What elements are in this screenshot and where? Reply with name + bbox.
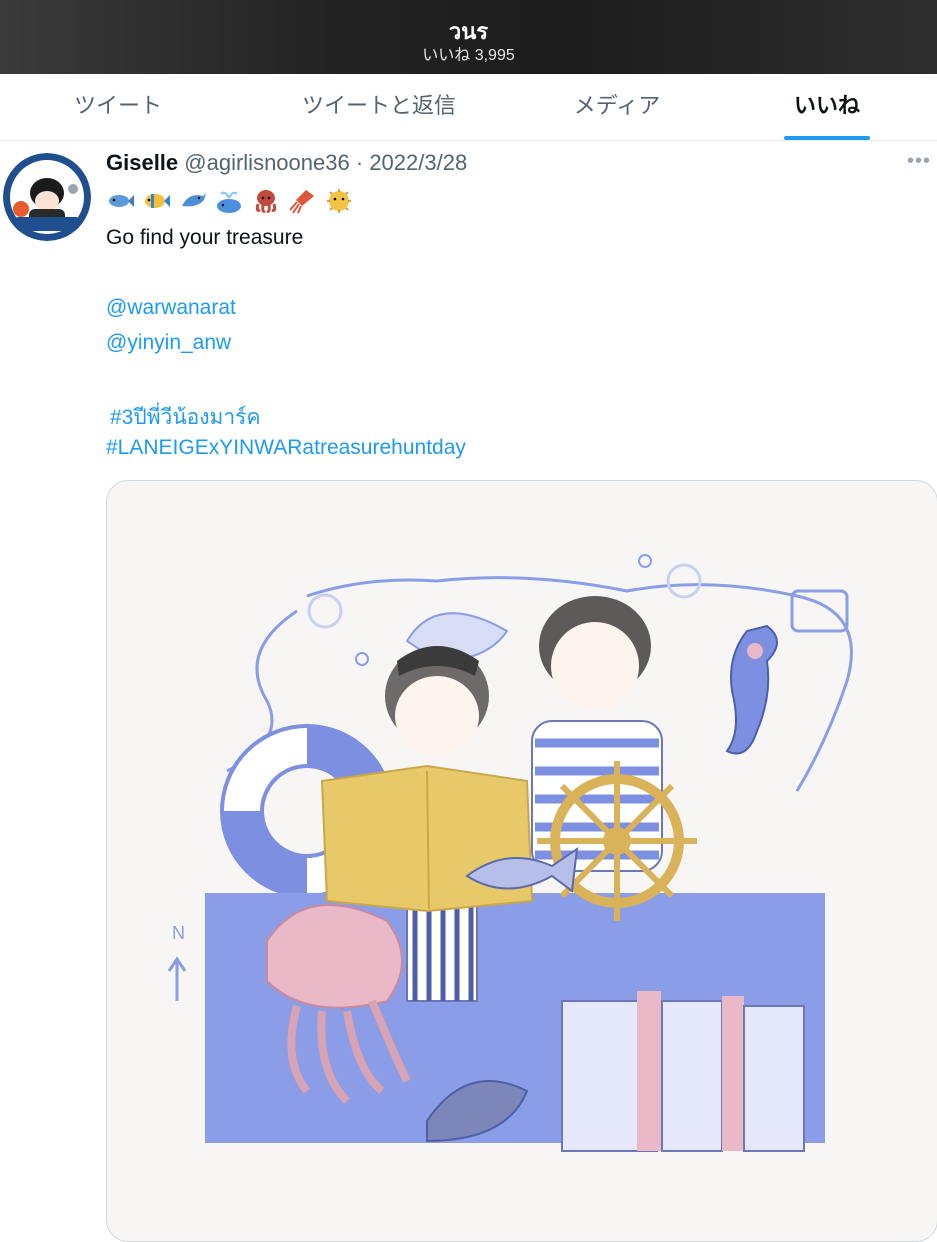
- author-handle[interactable]: @agirlisnoone36: [184, 150, 349, 175]
- header-separator: ·: [355, 150, 364, 175]
- avatar-image: [3, 153, 91, 241]
- tab-tweets-label: ツイート: [73, 93, 162, 118]
- hashtag-link-2[interactable]: #LANEIGExYINWARatreasurehuntday: [106, 436, 466, 460]
- tweet-text: Go find your treasure: [106, 226, 304, 249]
- tab-tweets-and-replies[interactable]: ツイートと返信: [270, 74, 488, 140]
- tropical-fish-emoji-icon: [142, 188, 171, 214]
- hashtag-link-1[interactable]: #3ปีพี่วีน้องมาร์ค: [110, 401, 261, 434]
- emoji-row: [106, 188, 357, 218]
- mention-link-2[interactable]: @yinyin_anw: [106, 331, 231, 355]
- author-avatar[interactable]: [3, 153, 91, 241]
- tab-likes[interactable]: いいね: [770, 74, 884, 140]
- octopus-emoji-icon: [252, 188, 281, 214]
- spouting-whale-emoji-icon: [215, 188, 244, 214]
- tab-media-label: メディア: [573, 93, 661, 118]
- profile-tabs: ツイート ツイートと返信 メディア いいね: [0, 74, 937, 141]
- tab-tweets-and-replies-label: ツイートと返信: [301, 93, 456, 118]
- tweet-date[interactable]: 2022/3/28: [369, 150, 467, 175]
- author-name[interactable]: Giselle: [106, 150, 178, 175]
- tab-media[interactable]: メディア: [548, 74, 686, 140]
- tweet-header: Giselle @agirlisnoone36 · 2022/3/28: [106, 150, 467, 176]
- more-options-icon[interactable]: •••: [907, 150, 931, 173]
- tab-tweets[interactable]: ツイート: [40, 74, 196, 140]
- tab-likes-label: いいね: [793, 93, 860, 118]
- fish-emoji-icon: [106, 188, 135, 214]
- mention-link-1[interactable]: @warwanarat: [106, 296, 236, 320]
- compass-letter: N: [172, 923, 185, 943]
- profile-header: วนร いいね 3,995: [0, 0, 937, 74]
- blowfish-emoji-icon: [325, 188, 354, 214]
- likes-count: いいね 3,995: [422, 47, 515, 64]
- tweet-media-image[interactable]: N: [106, 480, 937, 1242]
- treasure-hunt-illustration: N: [167, 554, 853, 1152]
- active-tab-indicator: [784, 136, 870, 140]
- dolphin-emoji-icon: [179, 188, 208, 214]
- squid-emoji-icon: [288, 188, 317, 214]
